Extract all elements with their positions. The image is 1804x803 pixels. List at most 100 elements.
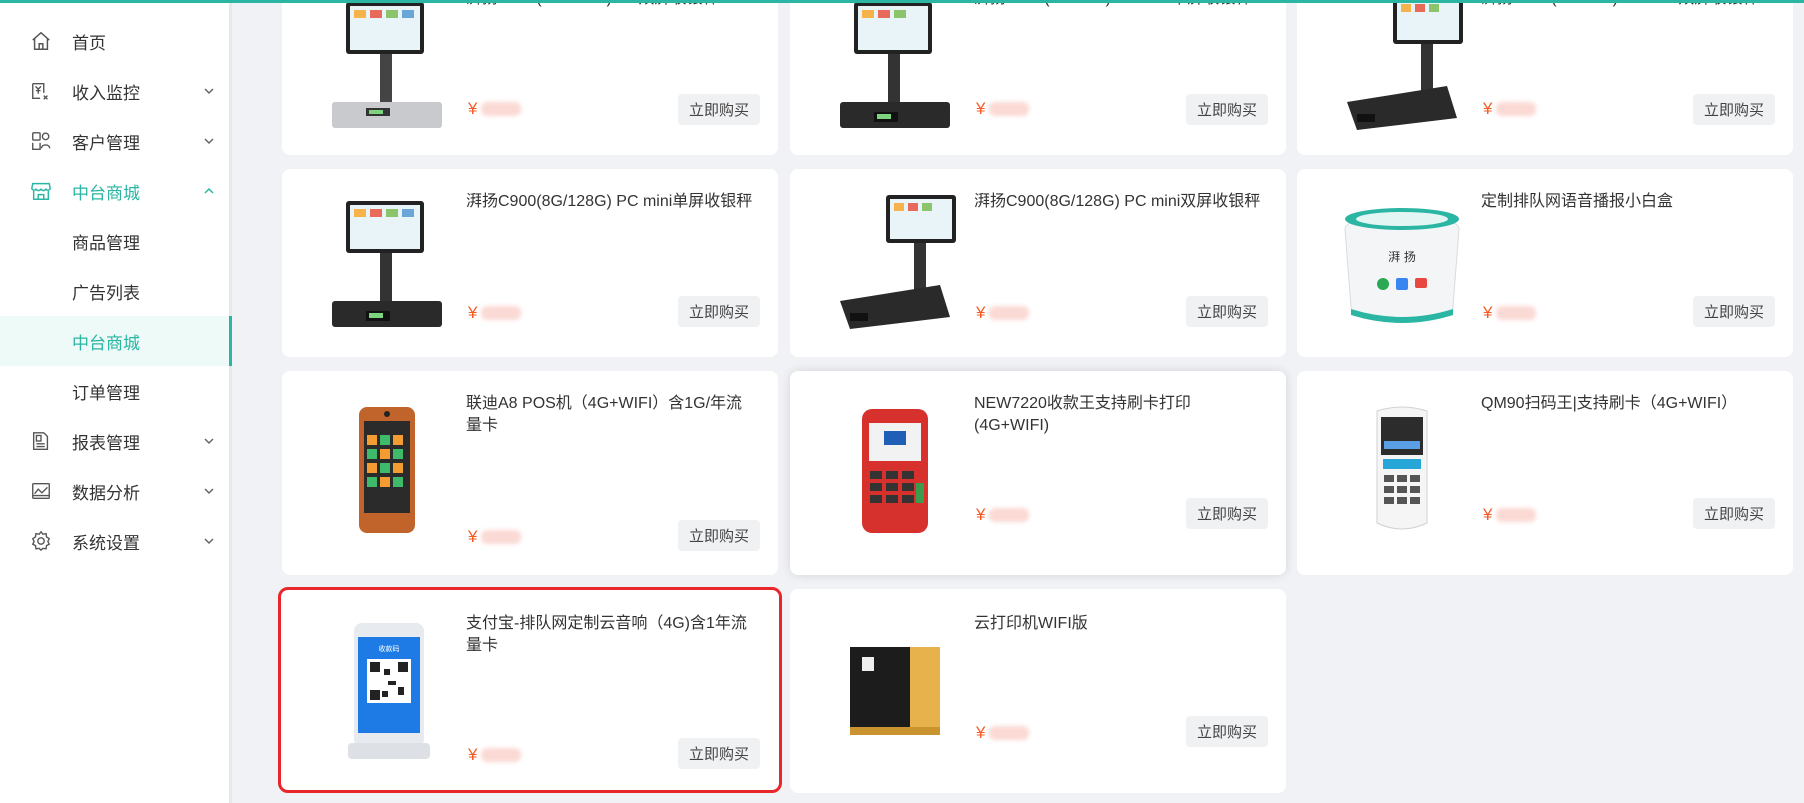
sidebar-subitem-label: 商品管理	[72, 233, 140, 253]
product-image	[820, 189, 970, 339]
product-price: ¥	[1483, 99, 1537, 119]
product-name: 云打印机WIFI版	[974, 615, 1088, 632]
chevron-down-icon	[204, 438, 214, 445]
buy-now-button[interactable]: 立即购买	[678, 520, 760, 551]
price-blurred	[481, 530, 522, 544]
store-icon	[30, 180, 52, 202]
sidebar-item-store[interactable]: 中台商城	[0, 166, 232, 216]
buy-now-button[interactable]: 立即购买	[678, 296, 760, 327]
sidebar-subitem-ad-list[interactable]: 广告列表	[0, 266, 232, 316]
price-blurred	[989, 508, 1030, 522]
price-symbol: ¥	[468, 527, 478, 546]
sidebar-subitem-product-management[interactable]: 商品管理	[0, 216, 232, 266]
product-card[interactable]: 湃扬C900(8G/128G) PC mini双屏收银秤 ¥ 立即购买	[790, 169, 1286, 357]
sidebar-item-analytics[interactable]: 数据分析	[0, 466, 232, 516]
customer-icon	[30, 130, 52, 152]
product-image	[1327, 0, 1477, 140]
sidebar-item-label: 收入监控	[72, 83, 140, 103]
product-name: 湃扬C900(8G/128G) PC mini双屏收银秤	[974, 193, 1261, 210]
sidebar-item-customers[interactable]: 客户管理	[0, 116, 232, 166]
price-symbol: ¥	[976, 99, 986, 118]
qr-stand-text: 收款码	[379, 644, 400, 653]
sidebar-subitem-store[interactable]: 中台商城	[0, 316, 232, 366]
price-symbol: ¥	[1483, 99, 1493, 118]
price-blurred	[989, 726, 1030, 740]
sidebar-item-reports[interactable]: 报表管理	[0, 416, 232, 466]
product-image	[820, 395, 970, 545]
sidebar-item-label: 数据分析	[72, 483, 140, 503]
product-card-selected[interactable]: 收款码 支付宝-排队网定制云音响（4G)含1年流量卡 ¥ 立即购买	[278, 587, 782, 793]
sidebar-item-home[interactable]: 首页	[0, 16, 232, 66]
chevron-down-icon	[204, 538, 214, 545]
buy-now-button[interactable]: 立即购买	[678, 738, 760, 769]
sidebar-subitem-label: 中台商城	[72, 333, 140, 353]
product-price: ¥	[1483, 505, 1537, 525]
product-name: NEW7220收款王支持刷卡打印(4G+WIFI)	[974, 395, 1191, 434]
price-blurred	[1496, 508, 1537, 522]
product-card[interactable]: 湃扬C900(8G/128G) PC双屏收银秤 ¥ 立即购买	[282, 0, 778, 155]
price-symbol: ¥	[1483, 303, 1493, 322]
product-image	[312, 189, 462, 339]
product-price: ¥	[976, 505, 1030, 525]
product-image	[820, 617, 970, 767]
price-symbol: ¥	[976, 303, 986, 322]
product-name: QM90扫码王|支持刷卡（4G+WIFI）	[1481, 395, 1738, 412]
sidebar-subitem-label: 订单管理	[72, 383, 140, 403]
product-image	[312, 395, 462, 545]
chevron-down-icon	[204, 138, 214, 145]
income-icon	[30, 80, 52, 102]
top-accent-bar	[0, 0, 1804, 3]
product-card[interactable]: 湃扬C900(4G/64G) PC mini双屏收银秤 ¥ 立即购买	[1297, 0, 1793, 155]
sidebar-item-label: 报表管理	[72, 433, 140, 453]
product-price: ¥	[976, 723, 1030, 743]
chevron-down-icon	[204, 88, 214, 95]
product-image	[820, 0, 970, 140]
price-blurred	[989, 306, 1030, 320]
chevron-down-icon	[204, 488, 214, 495]
price-symbol: ¥	[976, 505, 986, 524]
price-blurred	[1496, 306, 1537, 320]
product-card[interactable]: 湃扬C900(8G/128G) PC mini单屏收银秤 ¥ 立即购买	[282, 169, 778, 357]
price-blurred	[989, 102, 1030, 116]
analytics-icon	[30, 480, 52, 502]
price-blurred	[481, 102, 522, 116]
price-blurred	[481, 306, 522, 320]
report-icon	[30, 430, 52, 452]
price-symbol: ¥	[468, 99, 478, 118]
product-image	[1327, 395, 1477, 545]
product-name: 支付宝-排队网定制云音响（4G)含1年流量卡	[466, 615, 747, 654]
sidebar-item-label: 首页	[72, 33, 106, 53]
buy-now-button[interactable]: 立即购买	[1186, 296, 1268, 327]
buy-now-button[interactable]: 立即购买	[1693, 94, 1775, 125]
buy-now-button[interactable]: 立即购买	[678, 94, 760, 125]
product-card[interactable]: 湃扬C900(4G/64G) PC mini单屏收银秤 ¥ 立即购买	[790, 0, 1286, 155]
buy-now-button[interactable]: 立即购买	[1186, 94, 1268, 125]
product-price: ¥	[468, 99, 522, 119]
buy-now-button[interactable]: 立即购买	[1693, 498, 1775, 529]
sidebar-subitem-label: 广告列表	[72, 283, 140, 303]
product-card[interactable]: QM90扫码王|支持刷卡（4G+WIFI） ¥ 立即购买	[1297, 371, 1793, 575]
product-image: 收款码	[312, 617, 462, 767]
sidebar-item-label: 客户管理	[72, 133, 140, 153]
price-symbol: ¥	[468, 303, 478, 322]
buy-now-button[interactable]: 立即购买	[1186, 716, 1268, 747]
sidebar-item-settings[interactable]: 系统设置	[0, 516, 232, 566]
chevron-up-icon	[204, 187, 214, 194]
product-card[interactable]: 联迪A8 POS机（4G+WIFI）含1G/年流量卡 ¥ 立即购买	[282, 371, 778, 575]
price-symbol: ¥	[1483, 505, 1493, 524]
buy-now-button[interactable]: 立即购买	[1186, 498, 1268, 529]
product-card[interactable]: NEW7220收款王支持刷卡打印(4G+WIFI) ¥ 立即购买	[790, 371, 1286, 575]
sidebar-item-income[interactable]: 收入监控	[0, 66, 232, 116]
product-price: ¥	[468, 303, 522, 323]
buy-now-button[interactable]: 立即购买	[1693, 296, 1775, 327]
gear-icon	[30, 530, 52, 552]
product-card[interactable]: 湃 扬 定制排队网语音播报小白盒 ¥ 立即购买	[1297, 169, 1793, 357]
sidebar-subitem-orders[interactable]: 订单管理	[0, 366, 232, 416]
product-image	[312, 0, 462, 140]
product-card[interactable]: 云打印机WIFI版 ¥ 立即购买	[790, 589, 1286, 793]
sidebar: 首页 收入监控 客户管理 中台商城 商品管理 广告列表 中台商城 订单管理 报表…	[0, 0, 232, 803]
sidebar-item-label: 中台商城	[72, 183, 140, 203]
sidebar-item-label: 系统设置	[72, 533, 140, 553]
product-name: 定制排队网语音播报小白盒	[1481, 193, 1674, 210]
product-name: 湃扬C900(8G/128G) PC mini单屏收银秤	[466, 193, 753, 210]
